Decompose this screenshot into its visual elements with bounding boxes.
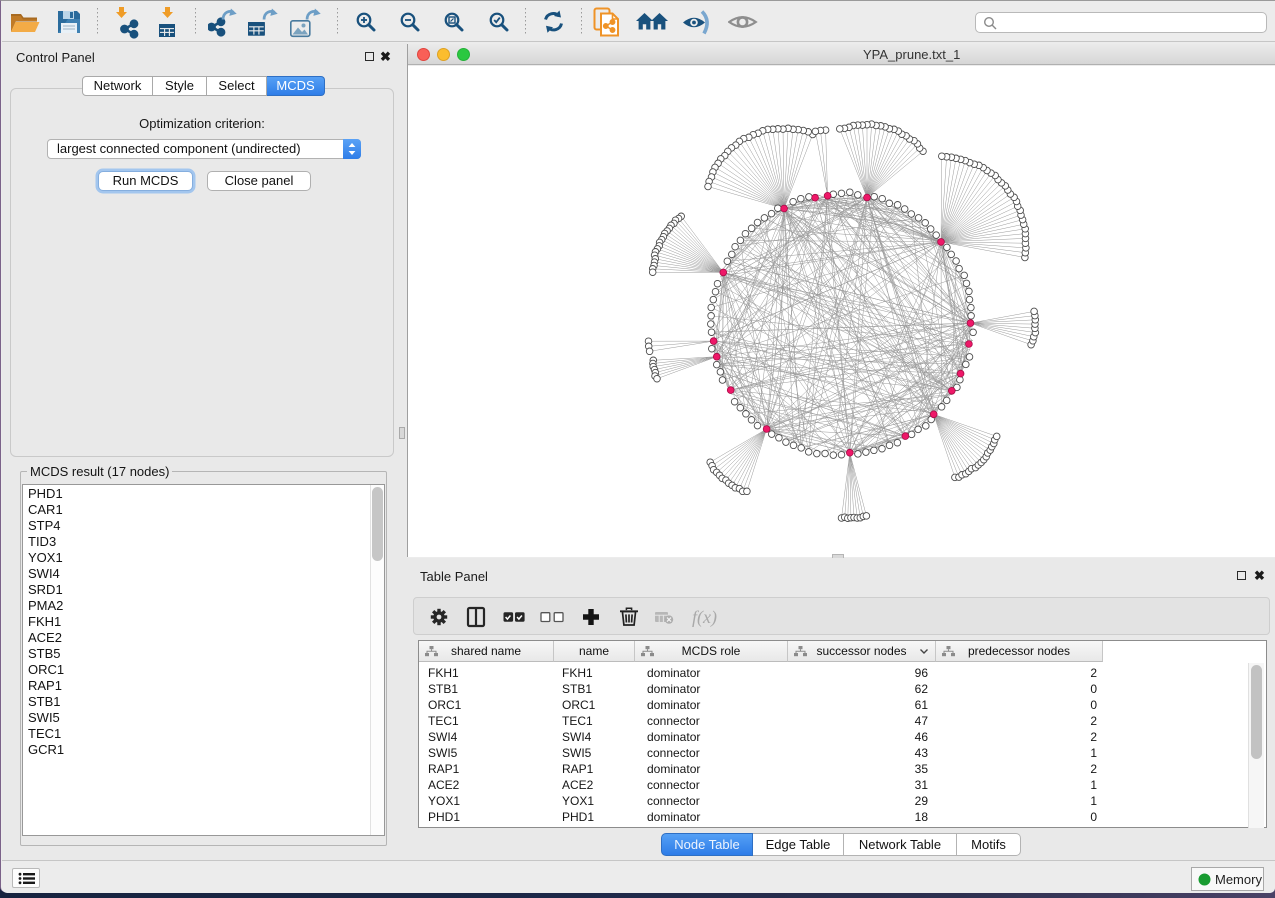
svg-text:f(x): f(x) bbox=[692, 607, 717, 628]
